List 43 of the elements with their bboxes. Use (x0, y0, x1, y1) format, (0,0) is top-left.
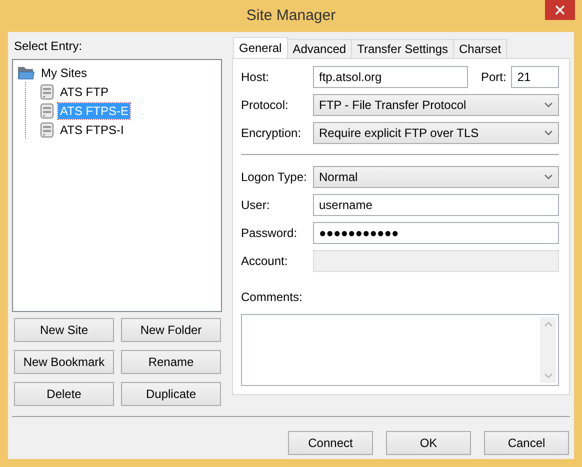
tree-item[interactable]: ATS FTPS-I (58, 122, 126, 138)
server-icon (40, 122, 54, 138)
field-label: User: (241, 197, 271, 214)
field-label: Host: (241, 69, 270, 86)
tab[interactable]: Transfer Settings (351, 39, 454, 58)
text-field[interactable]: ●●●●●●●●●●● (313, 222, 559, 244)
entry-button[interactable]: Delete (14, 382, 114, 406)
host-field[interactable]: ftp.atsol.org (313, 66, 468, 88)
comments-label: Comments: (241, 289, 304, 306)
field-label: Password: (241, 225, 298, 242)
window-title: Site Manager (246, 6, 336, 26)
entry-button[interactable]: Duplicate (121, 382, 221, 406)
entry-button[interactable]: New Folder (121, 318, 221, 342)
scrollbar[interactable] (540, 317, 556, 383)
dialog-button[interactable]: Cancel (484, 431, 569, 455)
dropdown[interactable]: Require explicit FTP over TLS (313, 122, 559, 144)
comments-field[interactable] (241, 314, 559, 386)
text-field[interactable]: username (313, 194, 559, 216)
entry-button[interactable]: New Site (14, 318, 114, 342)
tab[interactable]: Charset (453, 39, 508, 58)
server-icon (40, 84, 54, 100)
server-icon (40, 102, 54, 118)
tree-item[interactable]: ATS FTP (58, 84, 110, 100)
tab[interactable]: General (233, 37, 288, 58)
port-field[interactable]: 21 (511, 66, 559, 88)
field-label: Account: (241, 253, 289, 270)
scroll-up-icon (544, 321, 552, 327)
scroll-down-icon (544, 373, 552, 379)
dropdown[interactable]: FTP - File Transfer Protocol (313, 94, 559, 116)
field-label: Protocol: (241, 97, 290, 114)
close-button[interactable] (545, 0, 575, 20)
entry-button[interactable]: New Bookmark (14, 350, 114, 374)
field-label: Logon Type: (241, 169, 308, 186)
folder-icon (17, 65, 35, 80)
select-entry-label: Select Entry: (14, 38, 84, 55)
dropdown[interactable]: Normal (313, 166, 559, 188)
dialog-button[interactable]: OK (386, 431, 471, 455)
close-icon (555, 5, 565, 15)
tree-item[interactable]: My Sites (39, 64, 90, 80)
field-label: Encryption: (241, 125, 302, 142)
dialog-button[interactable]: Connect (288, 431, 373, 455)
field-label: Port: (481, 69, 506, 86)
entry-button[interactable]: Rename (121, 350, 221, 374)
